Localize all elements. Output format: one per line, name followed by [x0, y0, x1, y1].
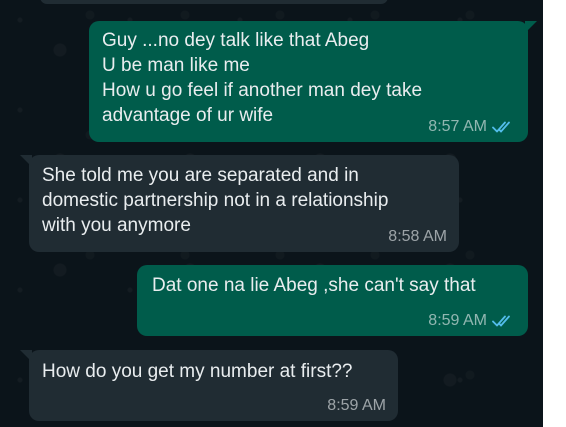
message-time: 8:58 AM: [388, 228, 447, 245]
incoming-message-bubble[interactable]: How do you get my number at first?? 8:59…: [20, 350, 398, 421]
bubble-tail: [20, 350, 32, 362]
screenshot-margin: [543, 0, 566, 427]
bubble-tail: [20, 155, 32, 167]
message-time: 8:59 AM: [327, 397, 386, 414]
message-time: 8:59 AM: [428, 312, 487, 329]
bubble-tail: [525, 21, 537, 33]
double-check-read-icon: [492, 121, 510, 133]
message-text: Dat one na lie Abeg ,she can't say that: [152, 275, 476, 296]
message-text: How do you get my number at first??: [42, 361, 353, 382]
message-meta: 8:59 AM: [327, 397, 386, 415]
message-meta: 8:57 AM: [428, 118, 516, 136]
double-check-read-icon: [492, 315, 510, 327]
previous-message-bubble[interactable]: [40, 0, 388, 4]
message-text: Guy ...no dey talk like that Abeg U be m…: [102, 30, 423, 126]
chat-area[interactable]: Guy ...no dey talk like that Abeg U be m…: [0, 0, 543, 427]
incoming-message-bubble[interactable]: She told me you are separated and in dom…: [20, 155, 459, 252]
message-text: She told me you are separated and in dom…: [42, 165, 389, 236]
message-time: 8:57 AM: [428, 118, 487, 135]
outgoing-message-bubble[interactable]: Guy ...no dey talk like that Abeg U be m…: [89, 21, 537, 142]
outgoing-message-bubble[interactable]: Dat one na lie Abeg ,she can't say that …: [137, 265, 528, 336]
message-meta: 8:59 AM: [428, 312, 516, 330]
message-meta: 8:58 AM: [388, 228, 447, 246]
